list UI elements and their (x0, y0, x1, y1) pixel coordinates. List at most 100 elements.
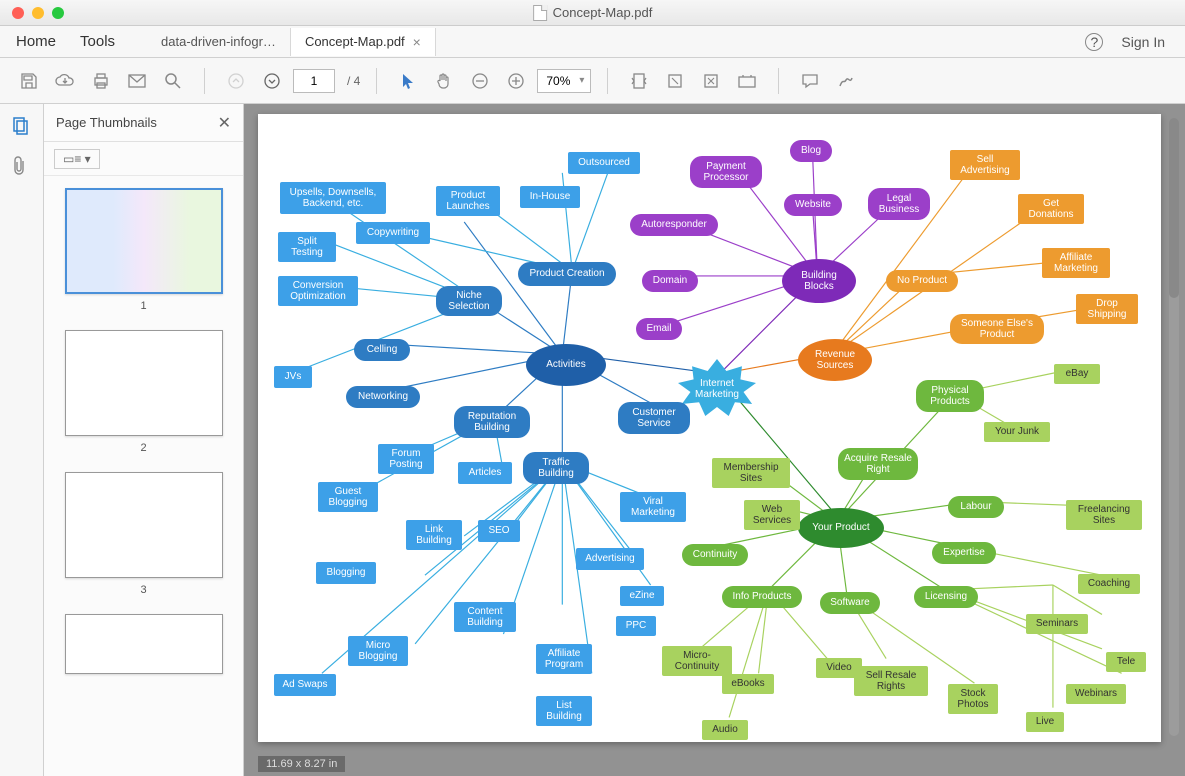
thumbnail-1[interactable]: 1 (65, 188, 223, 312)
thumbnails-panel-icon[interactable] (11, 116, 33, 138)
save-icon[interactable] (14, 66, 44, 96)
node-someone: Someone Else's Product (950, 314, 1044, 344)
node-networking: Networking (346, 386, 420, 408)
read-mode-icon[interactable] (732, 66, 762, 96)
page-down-icon[interactable] (257, 66, 287, 96)
viewer-scrollbar[interactable] (1169, 118, 1179, 736)
node-yourjunk: Your Junk (984, 422, 1050, 442)
email-icon[interactable] (122, 66, 152, 96)
document-tabs: data-driven-infogr… Concept-Map.pdf× (147, 28, 436, 56)
traffic-lights (0, 7, 64, 19)
node-link: Link Building (406, 520, 462, 550)
menu-tools[interactable]: Tools (68, 27, 127, 56)
fit-page-icon[interactable] (624, 66, 654, 96)
node-niche: Niche Selection (436, 286, 502, 316)
page-dimensions: 11.69 x 8.27 in (258, 756, 345, 772)
node-tele: Tele (1106, 652, 1146, 672)
node-drop: Drop Shipping (1076, 294, 1138, 324)
node-guest: Guest Blogging (318, 482, 378, 512)
page-number-input[interactable] (293, 69, 335, 93)
node-ezine: eZine (620, 586, 664, 606)
hand-icon[interactable] (429, 66, 459, 96)
node-labour: Labour (948, 496, 1004, 518)
attachments-panel-icon[interactable] (11, 156, 33, 178)
node-jvs: JVs (274, 366, 312, 388)
node-micro: Micro Blogging (348, 636, 408, 666)
node-stock: Stock Photos (948, 684, 998, 714)
node-celling: Celling (354, 339, 410, 361)
help-icon[interactable]: ? (1085, 33, 1103, 51)
node-website: Website (784, 194, 842, 216)
node-expertise: Expertise (932, 542, 996, 564)
thumbnail-3[interactable]: 3 (65, 472, 223, 596)
node-coaching: Coaching (1078, 574, 1140, 594)
tab-concept-map[interactable]: Concept-Map.pdf× (291, 28, 436, 56)
document-viewer[interactable]: Activities Internet Marketing Building B… (244, 104, 1185, 776)
node-sellresale: Sell Resale Rights (854, 666, 928, 696)
sidebar-title: Page Thumbnails (56, 115, 157, 130)
node-traffic: Traffic Building (523, 452, 589, 484)
zoom-select[interactable]: 70% (537, 69, 591, 93)
scrollbar-thumb[interactable] (1169, 118, 1179, 298)
print-icon[interactable] (86, 66, 116, 96)
node-getdon: Get Donations (1018, 194, 1084, 224)
node-domain: Domain (642, 270, 698, 292)
page-up-icon[interactable] (221, 66, 251, 96)
rotate-icon[interactable] (696, 66, 726, 96)
search-icon[interactable] (158, 66, 188, 96)
node-reputation: Reputation Building (454, 406, 530, 438)
node-copywriting: Copywriting (356, 222, 430, 244)
node-outsourced: Outsourced (568, 152, 640, 174)
close-window-icon[interactable] (12, 7, 24, 19)
sidebar-header: Page Thumbnails ✕ (44, 104, 243, 142)
signin-area: ? Sign In (1085, 33, 1181, 51)
cloud-icon[interactable] (50, 66, 80, 96)
node-legal: Legal Business (868, 188, 930, 220)
node-ebay: eBay (1054, 364, 1100, 384)
zoom-out-icon[interactable] (465, 66, 495, 96)
node-adswaps: Ad Swaps (274, 674, 336, 696)
close-tab-icon[interactable]: × (413, 34, 421, 50)
fit-width-icon[interactable] (660, 66, 690, 96)
pointer-icon[interactable] (393, 66, 423, 96)
node-activities: Activities (526, 344, 606, 386)
signin-button[interactable]: Sign In (1121, 34, 1165, 50)
node-advertising: Advertising (576, 548, 644, 570)
node-your-product: Your Product (798, 508, 884, 548)
minimize-window-icon[interactable] (32, 7, 44, 19)
pdf-file-icon (533, 5, 547, 21)
page-total: / 4 (347, 74, 360, 88)
node-customer: Customer Service (618, 402, 690, 434)
thumbnail-2[interactable]: 2 (65, 330, 223, 454)
maximize-window-icon[interactable] (52, 7, 64, 19)
sign-icon[interactable] (831, 66, 861, 96)
node-upsells: Upsells, Downsells, Backend, etc. (280, 182, 386, 214)
thumbnail-options[interactable]: ▭≡ ▾ (54, 149, 100, 169)
close-sidebar-icon[interactable]: ✕ (218, 113, 231, 133)
thumbnails-sidebar: Page Thumbnails ✕ ▭≡ ▾ 1 2 3 (44, 104, 244, 776)
node-viral: Viral Marketing (620, 492, 686, 522)
tab-data-driven[interactable]: data-driven-infogr… (147, 28, 291, 56)
node-audio: Audio (702, 720, 748, 740)
sidebar-tools: ▭≡ ▾ (44, 142, 243, 176)
comment-icon[interactable] (795, 66, 825, 96)
node-product-creation: Product Creation (518, 262, 616, 286)
window-title: Concept-Map.pdf (533, 5, 653, 21)
node-content: Content Building (454, 602, 516, 632)
menu-home[interactable]: Home (4, 27, 68, 56)
window-titlebar: Concept-Map.pdf (0, 0, 1185, 26)
node-physical: Physical Products (916, 380, 984, 412)
node-payment: Payment Processor (690, 156, 762, 188)
left-rail (0, 104, 44, 776)
node-building-blocks: Building Blocks (782, 259, 856, 303)
toolbar: / 4 70% (0, 58, 1185, 104)
node-continuity: Continuity (682, 544, 748, 566)
thumbnail-4[interactable] (65, 614, 223, 674)
node-seminars: Seminars (1026, 614, 1088, 634)
node-webinars: Webinars (1066, 684, 1126, 704)
menu-bar: Home Tools data-driven-infogr… Concept-M… (0, 26, 1185, 58)
content-area: Page Thumbnails ✕ ▭≡ ▾ 1 2 3 (0, 104, 1185, 776)
node-microcont: Micro-Continuity (662, 646, 732, 676)
node-forum: Forum Posting (378, 444, 434, 474)
zoom-in-icon[interactable] (501, 66, 531, 96)
